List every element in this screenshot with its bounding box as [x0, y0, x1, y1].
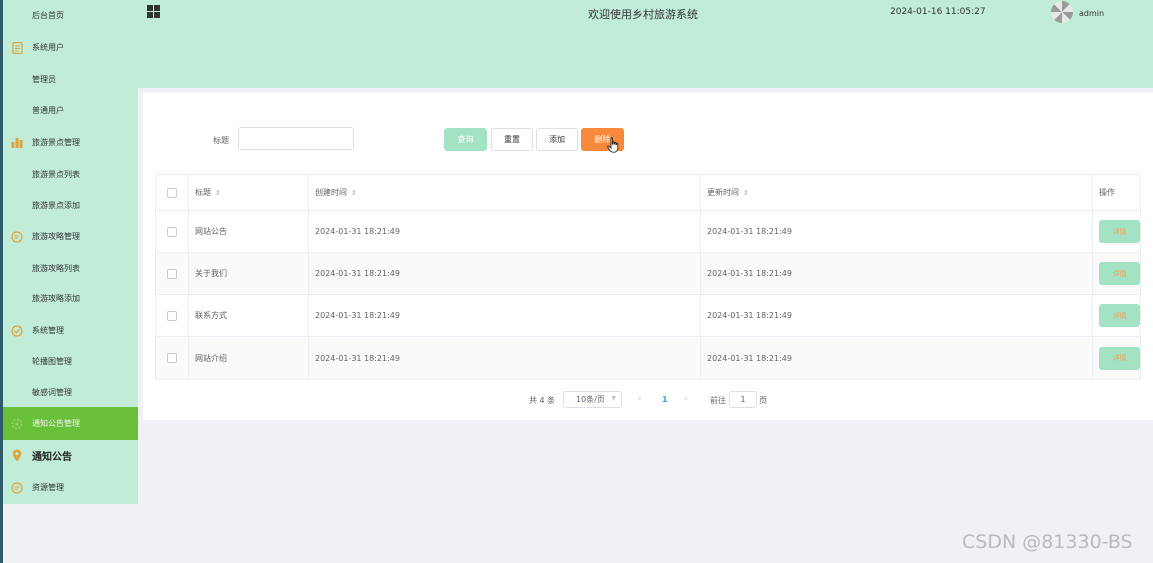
- column-header-actions: 操作: [1099, 188, 1115, 197]
- sidebar-item-label: 管理员: [32, 75, 56, 84]
- menu-toggle-icon[interactable]: [147, 5, 160, 18]
- column-header-created[interactable]: 创建时间 ⇕: [309, 175, 701, 210]
- location-icon: [11, 449, 23, 462]
- cell-updated: 2024-01-31 18:21:49: [701, 337, 1093, 379]
- top-header: 欢迎使用乡村旅游系统 2024-01-16 11:05:27 admin: [138, 0, 1153, 88]
- cell-created: 2024-01-31 18:21:49: [309, 337, 701, 379]
- cell-title: 联系方式: [189, 295, 309, 336]
- chevron-right-icon[interactable]: ›: [684, 394, 688, 404]
- sidebar-item-label: 旅游攻略列表: [32, 264, 80, 273]
- hand-cursor-icon: [607, 137, 619, 153]
- sidebar-item-sensitive-words[interactable]: 敏感词管理: [3, 377, 138, 408]
- page-suffix-label: 页: [759, 396, 767, 405]
- chevron-down-icon: ▼: [611, 395, 616, 402]
- sort-icon[interactable]: ⇕: [215, 189, 221, 197]
- sidebar-item-label: 敏感词管理: [32, 388, 72, 397]
- cell-title: 关于我们: [189, 253, 309, 294]
- cell-title: 网站介绍: [189, 337, 309, 379]
- column-header-updated[interactable]: 更新时间 ⇕: [701, 175, 1093, 210]
- sidebar-item-system-users[interactable]: 系统用户: [3, 32, 138, 63]
- row-checkbox[interactable]: [167, 268, 177, 279]
- sidebar-item-notice[interactable]: 通知公告: [3, 440, 138, 471]
- check-circle-icon: [11, 324, 23, 337]
- cell-created: 2024-01-31 18:21:49: [309, 211, 701, 252]
- sidebar-item-label: 旅游攻略添加: [32, 294, 80, 303]
- sidebar-item-admins[interactable]: 管理员: [3, 64, 138, 95]
- sort-icon[interactable]: ⇕: [743, 189, 749, 197]
- sidebar-item-guides-list[interactable]: 旅游攻略列表: [3, 253, 138, 284]
- sidebar-item-label: 旅游攻略管理: [32, 232, 80, 241]
- sidebar-item-normal-users[interactable]: 普通用户: [3, 95, 138, 126]
- sidebar-item-home[interactable]: 后台首页: [3, 0, 138, 31]
- table-row: 网站公告 2024-01-31 18:21:49 2024-01-31 18:2…: [156, 211, 1140, 253]
- page-title: 欢迎使用乡村旅游系统: [588, 8, 698, 21]
- add-button[interactable]: 添加: [536, 128, 578, 151]
- sidebar-item-attractions-list[interactable]: 旅游景点列表: [3, 159, 138, 190]
- sidebar-item-system-manage[interactable]: 系统管理: [3, 315, 138, 346]
- page-number-current[interactable]: 1: [662, 395, 668, 404]
- current-datetime: 2024-01-16 11:05:27: [890, 7, 986, 17]
- sidebar-item-label: 通知公告管理: [32, 419, 80, 428]
- gear-icon: [11, 418, 23, 430]
- watermark-text: CSDN @81330-BS: [962, 531, 1133, 553]
- table-header-row: 标题 ⇕ 创建时间 ⇕ 更新时间 ⇕ 操作: [156, 175, 1140, 211]
- sidebar-item-label: 旅游景点添加: [32, 201, 80, 210]
- notice-table: 标题 ⇕ 创建时间 ⇕ 更新时间 ⇕ 操作 网站公告 2024-01-31 18:21…: [155, 174, 1141, 380]
- bar-chart-icon: [11, 137, 23, 149]
- row-checkbox[interactable]: [167, 226, 177, 237]
- row-checkbox[interactable]: [167, 310, 177, 321]
- table-row: 网站介绍 2024-01-31 18:21:49 2024-01-31 18:2…: [156, 337, 1140, 379]
- cell-created: 2024-01-31 18:21:49: [309, 295, 701, 336]
- sidebar-item-label: 通知公告: [32, 452, 72, 463]
- sidebar-item-label: 旅游景点列表: [32, 170, 80, 179]
- table-row: 关于我们 2024-01-31 18:21:49 2024-01-31 18:2…: [156, 253, 1140, 295]
- username[interactable]: admin: [1079, 9, 1104, 18]
- total-count: 共 4 条: [529, 396, 556, 405]
- avatar[interactable]: [1051, 1, 1073, 23]
- detail-button[interactable]: 详情: [1099, 220, 1140, 243]
- chat-icon: [11, 481, 23, 494]
- sort-icon[interactable]: ⇕: [351, 189, 357, 197]
- sidebar-item-label: 后台首页: [32, 11, 64, 20]
- cell-updated: 2024-01-31 18:21:49: [701, 211, 1093, 252]
- sidebar-item-attractions-add[interactable]: 旅游景点添加: [3, 190, 138, 221]
- column-header-title[interactable]: 标题 ⇕: [189, 175, 309, 210]
- cell-created: 2024-01-31 18:21:49: [309, 253, 701, 294]
- query-button[interactable]: 查询: [444, 128, 487, 151]
- select-all-checkbox[interactable]: [167, 187, 177, 198]
- title-search-input[interactable]: [238, 127, 354, 150]
- sidebar-item-label: 系统管理: [32, 326, 64, 335]
- sidebar-item-attractions-manage[interactable]: 旅游景点管理: [3, 127, 138, 158]
- reset-button[interactable]: 重置: [491, 128, 533, 151]
- goto-label: 前往: [710, 396, 726, 405]
- cell-updated: 2024-01-31 18:21:49: [701, 295, 1093, 336]
- sidebar-item-label: 资源管理: [32, 483, 64, 492]
- row-checkbox[interactable]: [167, 353, 177, 363]
- detail-button[interactable]: 详情: [1099, 262, 1140, 285]
- sidebar-item-label: 系统用户: [32, 43, 64, 52]
- chevron-left-icon[interactable]: ‹: [638, 394, 642, 404]
- content-card: 标题 查询 重置 添加 删除 标题 ⇕ 创建时间 ⇕ 更新时间 ⇕ 操作 网站公告 2…: [143, 93, 1153, 420]
- page-size-value: 10条/页: [576, 395, 605, 404]
- document-icon: [11, 41, 23, 54]
- chat-icon: [11, 230, 23, 243]
- page-size-select[interactable]: 10条/页 ▼: [563, 391, 622, 408]
- sidebar-item-label: 普通用户: [32, 106, 64, 115]
- sidebar-item-resources[interactable]: 资源管理: [3, 472, 138, 503]
- table-row: 联系方式 2024-01-31 18:21:49 2024-01-31 18:2…: [156, 295, 1140, 337]
- pagination: 共 4 条 10条/页 ▼ ‹ 1 › 前往 页: [143, 391, 1153, 409]
- detail-button[interactable]: 详情: [1099, 346, 1140, 370]
- sidebar-item-label: 旅游景点管理: [32, 138, 80, 147]
- sidebar-item-carousel-manage[interactable]: 轮播图管理: [3, 346, 138, 377]
- cell-updated: 2024-01-31 18:21:49: [701, 253, 1093, 294]
- goto-page-input[interactable]: [729, 391, 757, 408]
- sidebar-item-guides-add[interactable]: 旅游攻略添加: [3, 283, 138, 314]
- sidebar-menu: 后台首页 系统用户 管理员 普通用户 旅游景点管理 旅游景点列表 旅游景点添加 …: [3, 0, 138, 504]
- sidebar-item-notice-manage[interactable]: 通知公告管理: [3, 407, 138, 440]
- sidebar-item-label: 轮播图管理: [32, 357, 72, 366]
- sidebar-item-guides-manage[interactable]: 旅游攻略管理: [3, 221, 138, 252]
- cell-title: 网站公告: [189, 211, 309, 252]
- detail-button[interactable]: 详情: [1099, 304, 1140, 327]
- title-filter-label: 标题: [213, 136, 229, 145]
